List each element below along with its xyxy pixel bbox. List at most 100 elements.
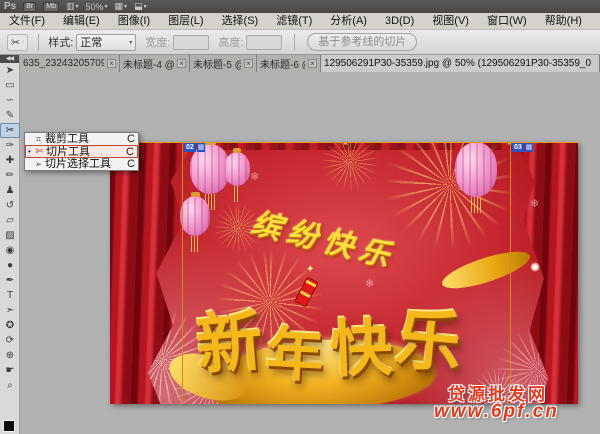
slice-image-icon: ▦ <box>525 143 534 152</box>
view-extras-button[interactable]: ▥ ▾ <box>66 1 79 12</box>
menu-item-slice-tool[interactable]: • ✄ 切片工具 C <box>25 145 138 158</box>
menu-item-slice-select-tool[interactable]: ➢ 切片选择工具 C <box>25 158 138 170</box>
slice-tool-icon: ✄ <box>33 146 46 157</box>
spark-icon: ✦ <box>306 264 314 275</box>
quick-selection-tool[interactable]: ✎ <box>0 108 20 123</box>
slice-image-icon: ▦ <box>197 143 206 152</box>
lantern <box>224 152 250 186</box>
dodge-tool[interactable]: ● <box>0 258 20 273</box>
snowflake-icon: ❄ <box>250 170 259 183</box>
screen-mode-icon: ⬓ <box>134 1 143 12</box>
tab-label: 635_232432057093_2.jpg <box>23 58 104 69</box>
close-icon[interactable]: × <box>177 59 186 68</box>
firework-burst <box>382 142 518 253</box>
document-tab[interactable]: 未标题-6 @... × <box>257 55 321 72</box>
sparkle <box>530 262 540 272</box>
marquee-tool[interactable]: ▭ <box>0 78 20 93</box>
tab-label: 未标题-5 @... <box>193 56 241 71</box>
zoom-tool[interactable]: ⌕ <box>0 378 20 393</box>
lantern <box>180 196 210 236</box>
menu-item-crop-tool[interactable]: ⌗ 裁剪工具 C <box>25 133 138 145</box>
document-canvas[interactable]: ❄ ❄ ❄ 缤纷快乐 ✦ 新 年 快 乐 01 <box>110 142 578 404</box>
hand-tool[interactable]: ☛ <box>0 363 20 378</box>
shortcut-key: C <box>126 146 134 158</box>
bridge-icon[interactable]: Br <box>23 2 36 12</box>
menu-view[interactable]: 视图(V) <box>423 13 478 29</box>
3d-rotate-tool[interactable]: ⟳ <box>0 333 20 348</box>
divider <box>294 34 295 51</box>
screen-mode-button[interactable]: ⬓ ▾ <box>134 1 147 12</box>
chevron-down-icon: ▾ <box>144 3 147 10</box>
tool-preset-picker[interactable]: ✂ ▾ <box>7 34 28 51</box>
slice-tool[interactable]: ✂ <box>0 123 20 138</box>
brush-tool[interactable]: ✏ <box>0 168 20 183</box>
spot-healing-brush-tool[interactable]: ✚ <box>0 153 20 168</box>
snowflake-icon: ❄ <box>530 197 539 210</box>
close-icon[interactable]: × <box>107 59 116 68</box>
blur-tool[interactable]: ◉ <box>0 243 20 258</box>
slice-boundary-vertical[interactable] <box>182 142 183 404</box>
document-tab[interactable]: 635_232432057093_2.jpg × <box>20 55 120 72</box>
tab-label: 未标题-4 @... <box>123 56 174 71</box>
document-tab[interactable]: 未标题-5 @... × <box>190 55 257 72</box>
custom-shape-tool[interactable]: ✪ <box>0 318 20 333</box>
tab-label: 未标题-6 @... <box>260 56 305 71</box>
3d-orbit-tool[interactable]: ⊕ <box>0 348 20 363</box>
lasso-tool[interactable]: ∽ <box>0 93 20 108</box>
pen-tool[interactable]: ✒ <box>0 273 20 288</box>
zoom-level-value: 50% <box>86 2 104 12</box>
slices-from-guides-button[interactable]: 基于参考线的切片 <box>307 33 417 51</box>
menu-image[interactable]: 图像(I) <box>109 13 159 29</box>
application-bar: Ps Br Mb ▥ ▾ 50% ▾ ▦ ▾ ⬓ ▾ <box>0 0 600 13</box>
gradient-tool[interactable]: ▨ <box>0 228 20 243</box>
mini-bridge-icon[interactable]: Mb <box>43 2 59 12</box>
type-tool[interactable]: T <box>0 288 20 303</box>
title-char: 快 <box>328 297 393 389</box>
menu-select[interactable]: 选择(S) <box>213 13 268 29</box>
document-tab-active[interactable]: 129506291P30-35359.jpg @ 50% (129506291P… <box>321 55 600 72</box>
menu-analysis[interactable]: 分析(A) <box>321 13 376 29</box>
view-extras-icon: ▥ <box>66 1 75 12</box>
menu-file[interactable]: 文件(F) <box>0 13 54 29</box>
collapse-panel-icon[interactable]: ◀◀ <box>0 55 19 63</box>
menu-window[interactable]: 窗口(W) <box>478 13 536 29</box>
firework-burst <box>320 142 380 192</box>
slice-badge-03: 03 ▦ <box>512 143 533 152</box>
style-select[interactable]: 正常 ▾ <box>76 34 136 51</box>
slice-select-tool-icon: ➢ <box>32 159 45 170</box>
close-icon[interactable]: × <box>244 59 253 68</box>
arrange-documents-icon: ▦ <box>115 1 124 12</box>
clone-stamp-tool[interactable]: ♟ <box>0 183 20 198</box>
menu-3d[interactable]: 3D(D) <box>376 13 423 29</box>
document-tab[interactable]: 未标题-4 @... × <box>120 55 190 72</box>
eyedropper-tool[interactable]: ✑ <box>0 138 20 153</box>
menu-edit[interactable]: 编辑(E) <box>54 13 109 29</box>
history-brush-tool[interactable]: ↺ <box>0 198 20 213</box>
foreground-color-swatch[interactable] <box>3 420 15 432</box>
lantern <box>455 142 497 197</box>
menu-help[interactable]: 帮助(H) <box>536 13 591 29</box>
divider <box>38 34 39 51</box>
poster-image: ❄ ❄ ❄ 缤纷快乐 ✦ 新 年 快 乐 <box>110 142 578 404</box>
chevron-down-icon: ▾ <box>21 39 24 46</box>
move-tool[interactable]: ➤ <box>0 63 20 78</box>
slice-boundary-vertical[interactable] <box>510 142 511 404</box>
slice-number: 03 <box>512 143 524 152</box>
chevron-down-icon: ▾ <box>124 3 127 10</box>
tools-panel: ◀◀ ➤ ▭ ∽ ✎ ✂ ✑ ✚ ✏ ♟ ↺ ▱ ▨ ◉ ● ✒ T ➣ ✪ ⟳… <box>0 55 20 434</box>
close-icon[interactable]: × <box>308 59 317 68</box>
menu-layer[interactable]: 图层(L) <box>159 13 212 29</box>
document-tab-bar: 635_232432057093_2.jpg × 未标题-4 @... × 未标… <box>20 55 600 72</box>
zoom-level-control[interactable]: 50% ▾ <box>86 2 108 12</box>
height-field <box>246 35 282 50</box>
menu-filter[interactable]: 滤镜(T) <box>267 13 321 29</box>
arrange-documents-button[interactable]: ▦ ▾ <box>115 1 128 12</box>
photoshop-window: Ps Br Mb ▥ ▾ 50% ▾ ▦ ▾ ⬓ ▾ 文件(F) 编辑(E) 图… <box>0 0 600 434</box>
style-select-value: 正常 <box>80 34 102 50</box>
slice-handle[interactable] <box>343 142 348 145</box>
chevron-down-icon: ▾ <box>105 3 108 10</box>
chevron-down-icon: ▾ <box>129 39 132 46</box>
shortcut-key: C <box>127 158 135 170</box>
eraser-tool[interactable]: ▱ <box>0 213 20 228</box>
path-selection-tool[interactable]: ➣ <box>0 303 20 318</box>
